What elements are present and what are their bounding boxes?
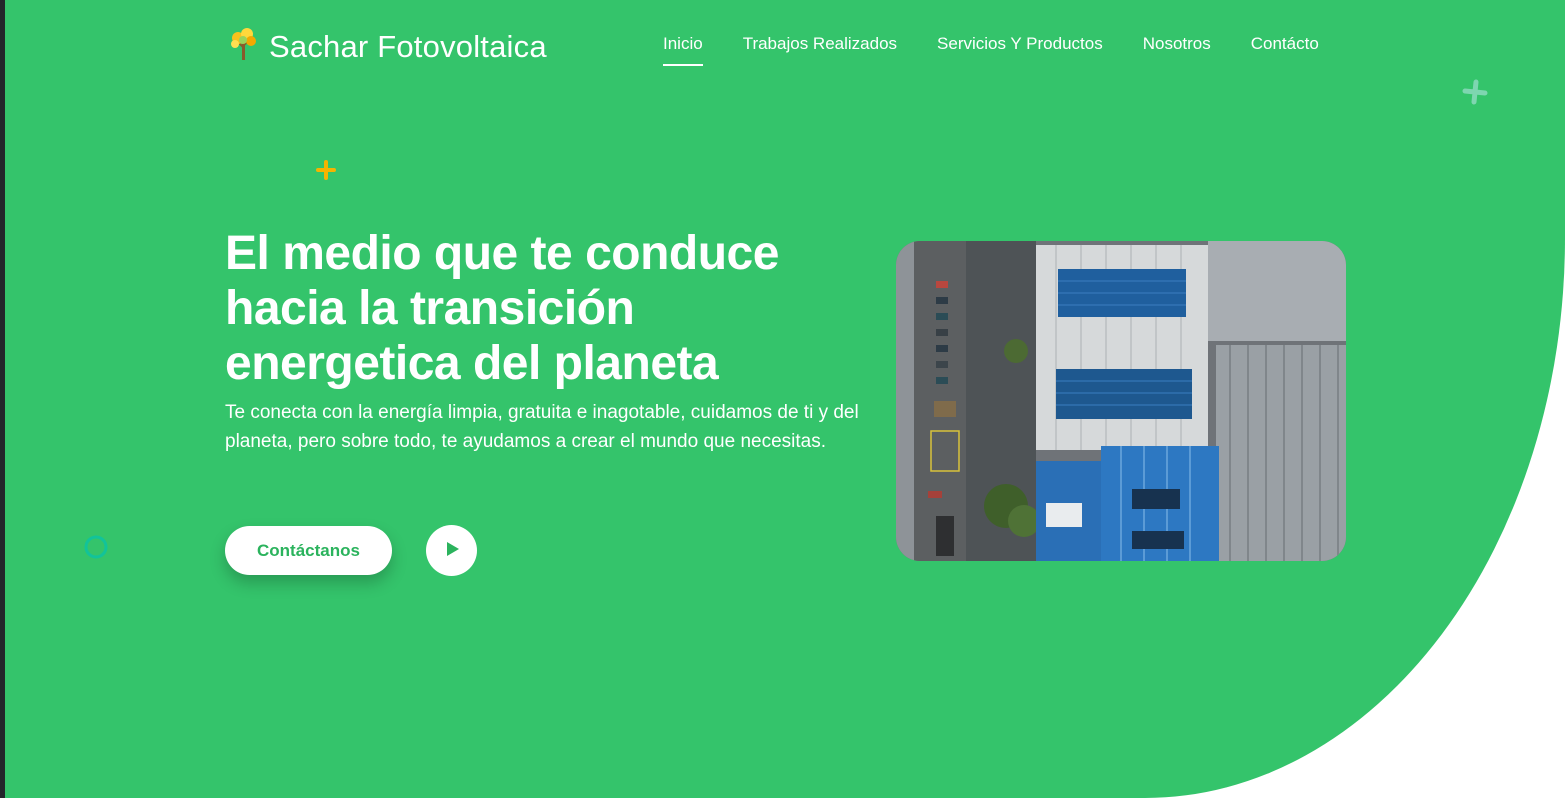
main-nav: Inicio Trabajos Realizados Servicios Y P… — [663, 34, 1319, 66]
hero-subtitle: Te conecta con la energía limpia, gratui… — [225, 402, 859, 452]
nav-item-nosotros[interactable]: Nosotros — [1143, 34, 1211, 60]
nav-item-servicios-productos[interactable]: Servicios Y Productos — [937, 34, 1103, 60]
nav-item-inicio[interactable]: Inicio — [663, 34, 703, 66]
plus-decoration-icon — [1462, 79, 1488, 110]
tree-logo-icon — [229, 27, 259, 66]
ring-decoration-icon — [82, 533, 110, 566]
hero-section: Sachar Fotovoltaica Inicio Trabajos Real… — [5, 0, 1565, 798]
brand-name: Sachar Fotovoltaica — [269, 28, 547, 64]
nav-item-contacto[interactable]: Contácto — [1251, 34, 1319, 60]
contact-button[interactable]: Contáctanos — [225, 526, 392, 575]
brand[interactable]: Sachar Fotovoltaica — [229, 27, 547, 66]
hero-headline: El medio que te conduce hacia la transic… — [225, 227, 779, 390]
plus-decoration-icon — [316, 160, 336, 185]
hero-image — [896, 241, 1346, 561]
nav-item-trabajos-realizados[interactable]: Trabajos Realizados — [743, 34, 897, 60]
play-icon — [443, 540, 461, 561]
play-video-button[interactable] — [426, 525, 477, 576]
